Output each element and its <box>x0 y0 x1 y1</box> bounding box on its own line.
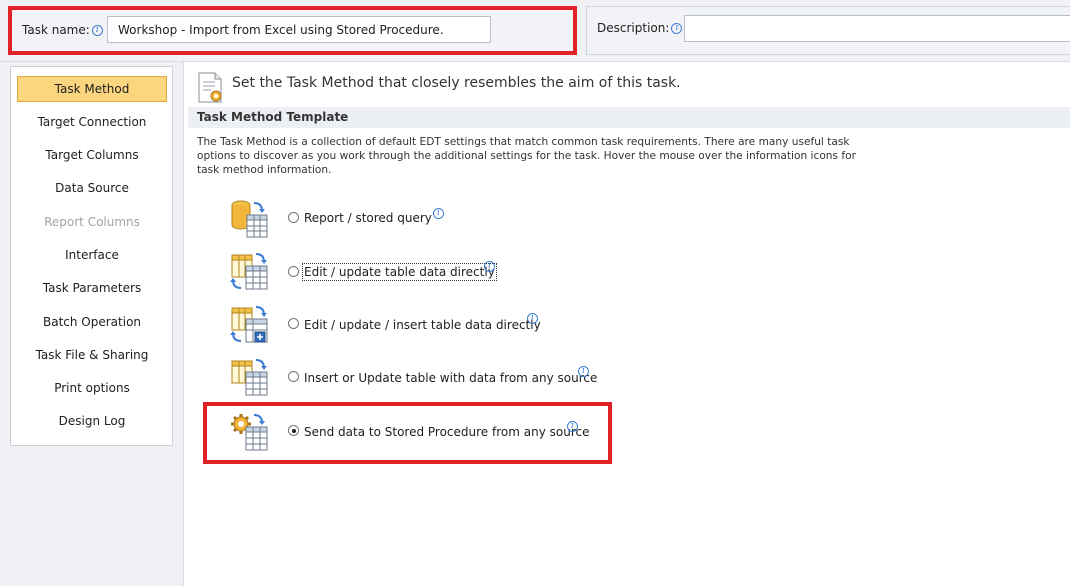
info-icon[interactable]: i <box>527 313 538 324</box>
task-name-highlight: Task name: i Workshop - Import from Excel… <box>8 6 577 55</box>
database-table-icon <box>231 200 268 238</box>
info-icon[interactable]: i <box>91 25 103 36</box>
option-label: Edit / update / insert table data direct… <box>304 318 541 332</box>
info-icon[interactable]: i <box>484 261 495 272</box>
option-insert-or-update-table[interactable]: Insert or Update table with data from an… <box>229 356 629 400</box>
option-label: Edit / update table data directly <box>302 263 497 281</box>
task-method-description: The Task Method is a collection of defau… <box>197 136 856 176</box>
task-name-input[interactable]: Workshop - Import from Excel using Store… <box>107 16 491 43</box>
description-input[interactable] <box>684 15 1070 42</box>
sidebar-item-batch-operation[interactable]: Batch Operation <box>17 309 167 335</box>
section-title: Task Method Template <box>197 110 349 124</box>
table-edit-icon <box>230 253 268 290</box>
sidebar-item-interface[interactable]: Interface <box>17 242 167 268</box>
sidebar-item-task-parameters[interactable]: Task Parameters <box>17 275 167 301</box>
sidebar-item-task-method[interactable]: Task Method <box>17 76 167 102</box>
table-insert-icon <box>230 306 268 343</box>
info-icon[interactable]: i <box>671 23 683 34</box>
radio-edit-update-insert-table[interactable] <box>288 318 299 329</box>
section-header: Task Method Template <box>188 107 1070 128</box>
sidebar-item-report-columns: Report Columns <box>44 215 140 229</box>
sidebar-item-target-columns[interactable]: Target Columns <box>17 142 167 168</box>
info-icon[interactable]: i <box>578 366 589 377</box>
sidebar-item-task-file-sharing[interactable]: Task File & Sharing <box>17 342 167 368</box>
table-upsert-icon <box>231 359 268 396</box>
sidebar: Task Method Target Connection Target Col… <box>10 66 173 446</box>
sidebar-item-target-connection[interactable]: Target Connection <box>17 109 167 135</box>
selected-option-highlight <box>203 402 612 464</box>
option-label: Report / stored query <box>304 211 432 225</box>
info-icon[interactable]: i <box>433 208 444 219</box>
radio-edit-update-table[interactable] <box>288 266 299 277</box>
sidebar-item-print-options[interactable]: Print options <box>17 375 167 401</box>
main-panel: Set the Task Method that closely resembl… <box>183 62 1070 586</box>
task-name-label: Task name: i <box>22 23 103 37</box>
page-heading: Set the Task Method that closely resembl… <box>232 75 681 91</box>
sidebar-item-design-log[interactable]: Design Log <box>17 408 167 434</box>
option-edit-update-insert-table[interactable]: Edit / update / insert table data direct… <box>229 303 629 347</box>
description-label: Description: i <box>597 21 683 35</box>
description-group: Description: i <box>586 6 1070 55</box>
option-edit-update-table[interactable]: Edit / update table data directly i <box>229 250 629 294</box>
option-report-stored-query[interactable]: Report / stored query i <box>229 198 629 242</box>
top-bar: Task name: i Workshop - Import from Excel… <box>0 0 1070 62</box>
sidebar-item-data-source[interactable]: Data Source <box>17 175 167 201</box>
radio-report-stored-query[interactable] <box>288 212 299 223</box>
radio-insert-or-update-table[interactable] <box>288 371 299 382</box>
option-label: Insert or Update table with data from an… <box>304 371 598 385</box>
task-method-header-icon <box>198 72 222 103</box>
